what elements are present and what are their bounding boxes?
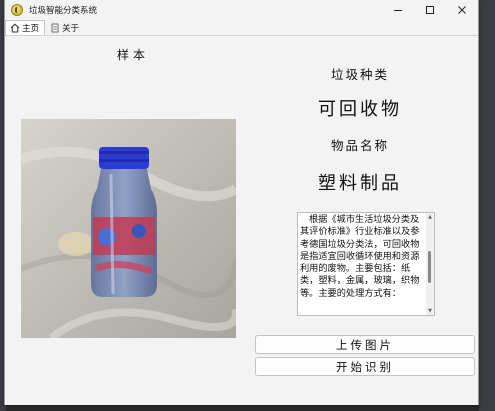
minimize-icon bbox=[394, 10, 402, 11]
scroll-thumb[interactable] bbox=[428, 251, 431, 283]
scroll-down-icon[interactable]: ▼ bbox=[427, 308, 433, 314]
tab-home-label: 主页 bbox=[22, 24, 40, 34]
upload-image-button[interactable]: 上传图片 bbox=[255, 335, 475, 354]
item-name-value: 塑料制品 bbox=[318, 173, 402, 194]
maximize-button[interactable] bbox=[414, 0, 446, 20]
home-page: 样本 垃圾种类 可回收物 物品名称 塑料制品 根据《城市生活垃圾分类及其评价标准… bbox=[5, 36, 478, 405]
document-icon bbox=[50, 23, 60, 33]
item-name-title: 物品名称 bbox=[330, 138, 389, 153]
close-button[interactable] bbox=[446, 0, 478, 20]
tab-about[interactable]: 关于 bbox=[45, 20, 85, 35]
start-recognition-button[interactable]: 开始识别 bbox=[255, 357, 475, 376]
desktop-background-right bbox=[479, 0, 495, 411]
description-scrollbar[interactable]: ▲ ▼ bbox=[426, 213, 434, 315]
minimize-button[interactable] bbox=[382, 0, 414, 20]
app-window: 垃圾智能分类系统 主页 关于 样本 垃圾种类 可回收物 物品名称 塑料制品 根据… bbox=[4, 0, 479, 405]
sample-label: 样本 bbox=[117, 48, 150, 62]
title-bar[interactable]: 垃圾智能分类系统 bbox=[5, 0, 478, 20]
maximize-icon bbox=[426, 6, 434, 14]
home-icon bbox=[10, 23, 20, 33]
sample-image bbox=[21, 119, 236, 338]
window-title: 垃圾智能分类系统 bbox=[29, 6, 98, 16]
tab-bar: 主页 关于 bbox=[5, 20, 478, 36]
close-icon bbox=[458, 6, 466, 14]
description-text: 根据《城市生活垃圾分类及其评价标准》行业标准以及参考德国垃圾分类法，可回收物是指… bbox=[300, 214, 420, 299]
bottle-illustration bbox=[21, 119, 236, 338]
category-title: 垃圾种类 bbox=[330, 67, 389, 82]
app-icon bbox=[11, 4, 23, 16]
tab-about-label: 关于 bbox=[62, 24, 80, 34]
window-controls bbox=[382, 0, 478, 20]
scroll-up-icon[interactable]: ▲ bbox=[427, 214, 433, 220]
category-value: 可回收物 bbox=[318, 99, 402, 120]
tab-home[interactable]: 主页 bbox=[5, 20, 46, 35]
description-box[interactable]: 根据《城市生活垃圾分类及其评价标准》行业标准以及参考德国垃圾分类法，可回收物是指… bbox=[297, 212, 435, 316]
